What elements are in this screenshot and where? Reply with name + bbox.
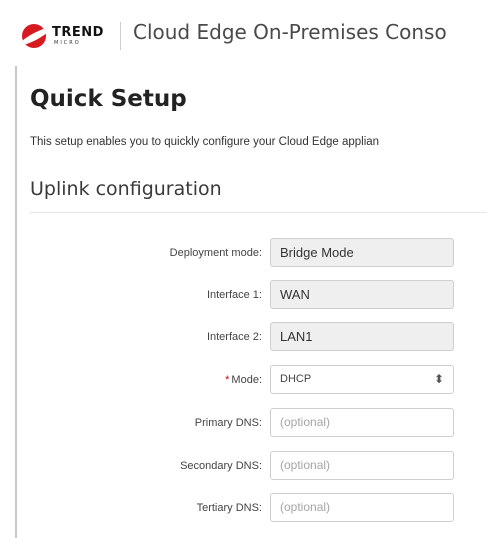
interface1-label: Interface 1: xyxy=(206,289,262,301)
interface1-field: WAN xyxy=(270,280,454,309)
primary-dns-label: Primary DNS: xyxy=(194,417,262,429)
tertiary-dns-label: Tertiary DNS: xyxy=(196,502,262,514)
page-description: This setup enables you to quickly config… xyxy=(30,136,380,148)
interface2-label: Interface 2: xyxy=(206,331,262,343)
required-mark: * xyxy=(225,374,230,386)
deployment-mode-label: Deployment mode: xyxy=(169,247,262,259)
primary-dns-input[interactable]: (optional) xyxy=(270,408,454,437)
updown-arrows-icon: ⬍ xyxy=(433,372,444,386)
mode-label-group: * Mode: xyxy=(225,365,262,396)
logo-text: TREND xyxy=(52,25,104,40)
deployment-mode-field: Bridge Mode xyxy=(270,238,454,267)
header-divider xyxy=(120,22,121,50)
primary-dns-row: Primary DNS: (optional) xyxy=(0,408,487,439)
mode-select-value: DHCP xyxy=(280,373,312,385)
interface2-row: Interface 2: LAN1 xyxy=(0,322,487,353)
app-header: TREND MICRO Cloud Edge On-Premises Conso xyxy=(0,0,487,66)
secondary-dns-label: Secondary DNS: xyxy=(180,460,262,472)
mode-row: * Mode: DHCP ⬍ xyxy=(0,365,487,396)
tertiary-dns-row: Tertiary DNS: (optional) xyxy=(0,493,487,524)
tertiary-dns-input[interactable]: (optional) xyxy=(270,493,454,522)
logo-subtext: MICRO xyxy=(54,40,81,46)
mode-label: Mode: xyxy=(231,374,262,386)
secondary-dns-row: Secondary DNS: (optional) xyxy=(0,451,487,482)
app-title: Cloud Edge On-Premises Conso xyxy=(133,20,447,44)
deployment-mode-row: Deployment mode: Bridge Mode xyxy=(0,238,487,269)
trend-micro-logo-icon xyxy=(22,24,46,48)
section-divider xyxy=(30,212,487,213)
mode-select[interactable]: DHCP ⬍ xyxy=(270,365,454,394)
secondary-dns-input[interactable]: (optional) xyxy=(270,451,454,480)
interface2-field: LAN1 xyxy=(270,322,454,351)
section-title: Uplink configuration xyxy=(30,178,222,200)
interface1-row: Interface 1: WAN xyxy=(0,280,487,311)
page-title: Quick Setup xyxy=(30,86,187,112)
